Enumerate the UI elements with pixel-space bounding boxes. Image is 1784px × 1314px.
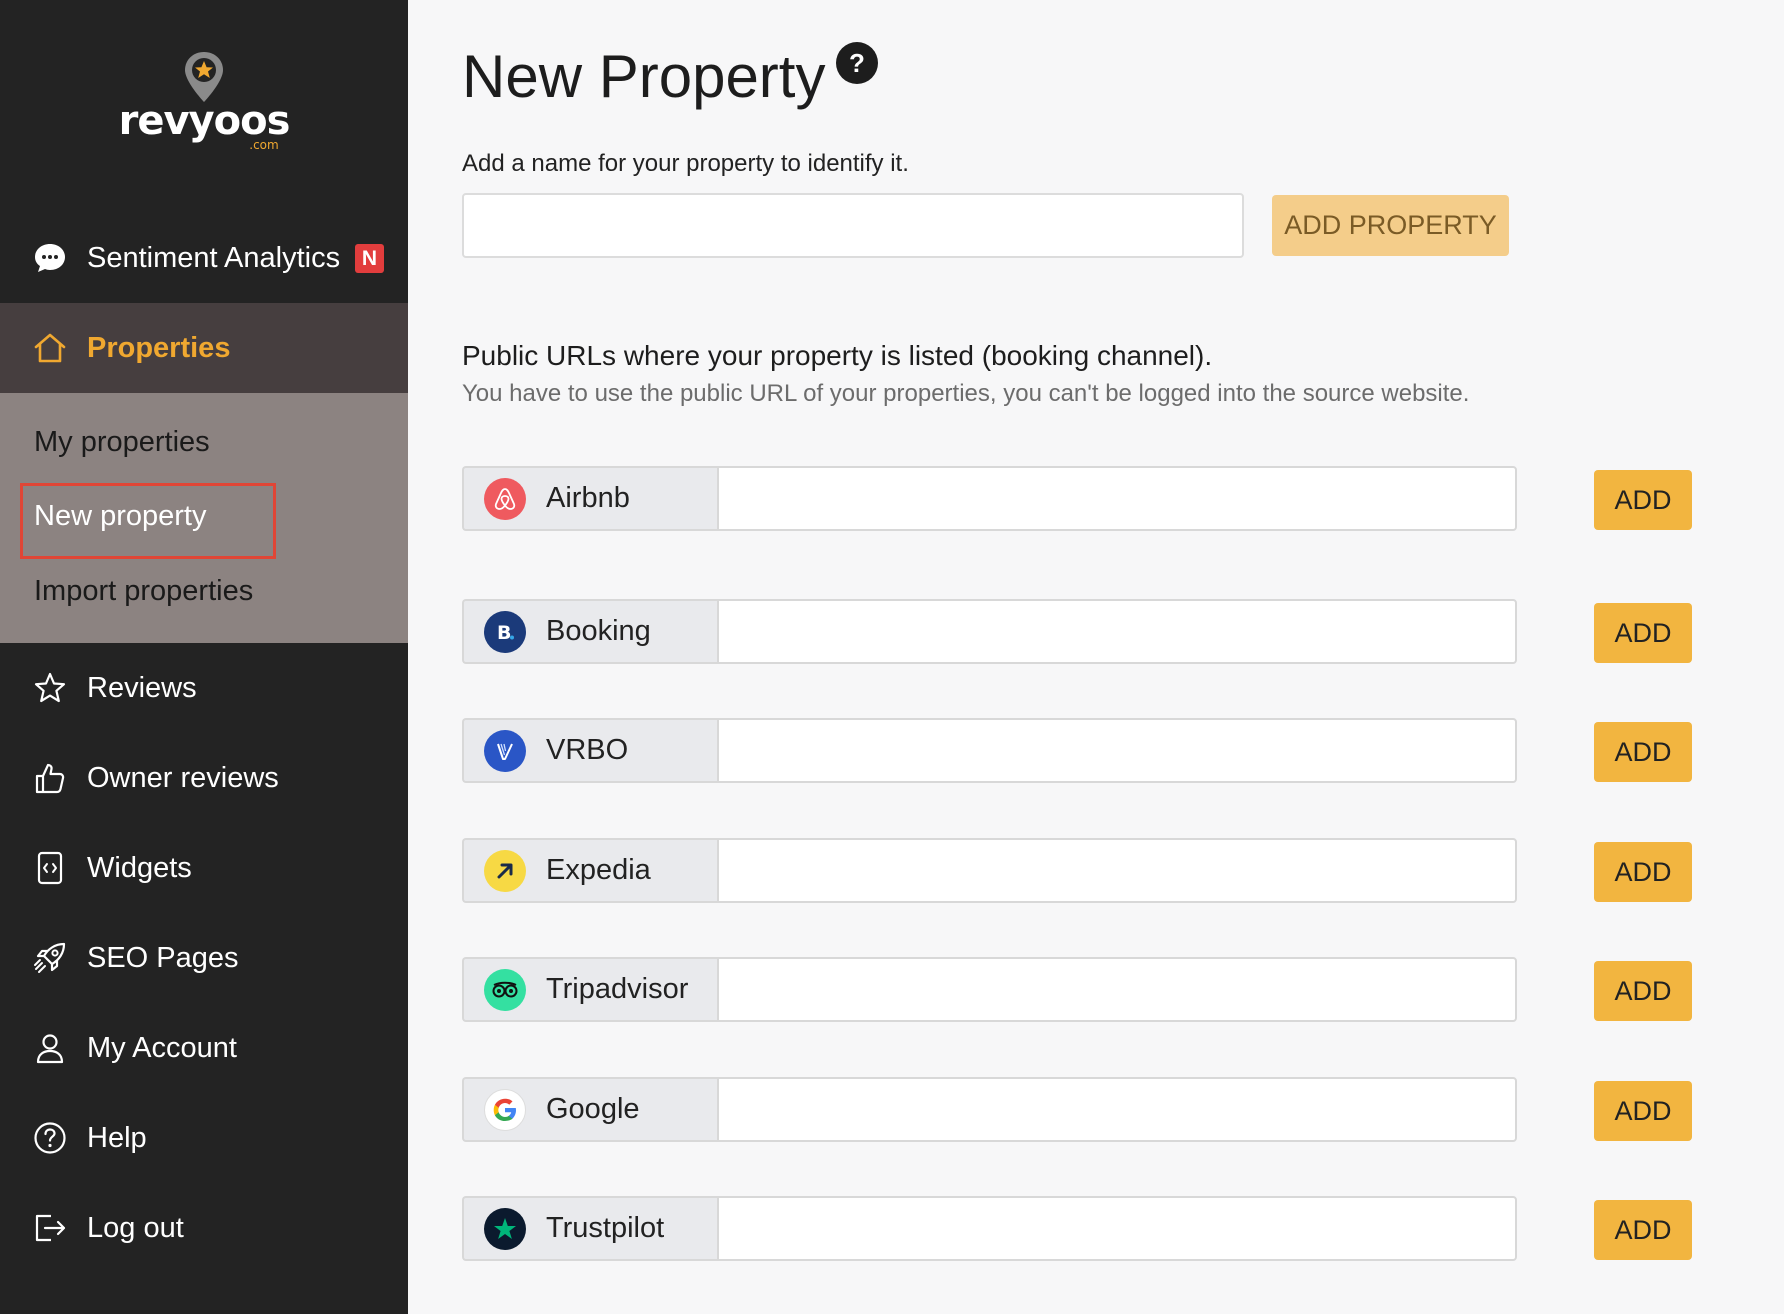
tripadvisor-url-input[interactable] [717,957,1517,1022]
sidebar-item-sentiment-analytics[interactable]: Sentiment Analytics N [0,213,408,303]
channel-name: Google [546,1093,640,1125]
map-pin-icon [185,52,223,102]
chat-bubble-icon [32,240,68,276]
sidebar-item-log-out[interactable]: Log out [0,1183,408,1273]
channel-row-tripadvisor: Tripadvisor ADD [462,957,1692,1022]
sidebar-item-label: Properties [87,331,231,364]
google-icon [484,1088,526,1131]
channel-row-google: Google ADD [462,1077,1692,1142]
logout-icon [32,1210,68,1246]
public-urls-title: Public URLs where your property is liste… [462,340,1213,371]
sidebar-item-my-account[interactable]: My Account [0,1003,408,1093]
sidebar-item-label: Log out [87,1211,184,1244]
channel-name: Airbnb [546,482,630,514]
sidebar-item-label: Owner reviews [87,761,279,794]
channel-label: Trustpilot [462,1196,717,1261]
vrbo-url-input[interactable] [717,718,1517,783]
sidebar-item-label: Sentiment Analytics [87,241,341,274]
vrbo-icon [484,729,526,772]
trustpilot-url-input[interactable] [717,1196,1517,1261]
booking-url-input[interactable] [717,599,1517,664]
expedia-url-input[interactable] [717,838,1517,903]
channel-row-trustpilot: Trustpilot ADD [462,1196,1692,1261]
channel-row-booking: B Booking ADD [462,599,1692,664]
channel-label: Tripadvisor [462,957,717,1022]
sidebar-item-widgets[interactable]: Widgets [0,823,408,913]
channel-row-expedia: Expedia ADD [462,838,1692,903]
add-vrbo-button[interactable]: ADD [1594,722,1692,782]
trustpilot-icon [484,1207,526,1250]
tripadvisor-icon [484,968,526,1011]
add-booking-button[interactable]: ADD [1594,603,1692,663]
channel-name: VRBO [546,734,629,766]
rocket-icon [32,940,68,976]
add-google-button[interactable]: ADD [1594,1081,1692,1141]
channel-row-vrbo: VRBO ADD [462,718,1692,783]
new-badge: N [355,244,384,273]
channel-name: Trustpilot [546,1212,665,1244]
page-title: New Property [462,43,826,110]
channel-label: Expedia [462,838,717,903]
channel-name: Tripadvisor [546,973,689,1005]
channel-label: Google [462,1077,717,1142]
add-trustpilot-button[interactable]: ADD [1594,1200,1692,1260]
channel-label: B Booking [462,599,717,664]
star-icon [32,670,68,706]
channel-label: VRBO [462,718,717,783]
channel-label: Airbnb [462,466,717,531]
add-tripadvisor-button[interactable]: ADD [1594,961,1692,1021]
airbnb-url-input[interactable] [717,466,1517,531]
sidebar-item-label: SEO Pages [87,941,239,974]
sidebar-item-owner-reviews[interactable]: Owner reviews [0,733,408,823]
user-icon [32,1030,68,1066]
help-circle-icon [32,1120,68,1156]
add-airbnb-button[interactable]: ADD [1594,470,1692,530]
channel-row-airbnb: Airbnb ADD [462,466,1692,531]
sidebar-item-label: Reviews [87,671,197,704]
property-name-input[interactable] [462,193,1244,258]
svg-text:B: B [497,622,511,644]
code-file-icon [32,850,68,886]
add-property-button[interactable]: ADD PROPERTY [1272,195,1509,256]
booking-icon: B [484,610,526,653]
google-url-input[interactable] [717,1077,1517,1142]
sidebar-item-reviews[interactable]: Reviews [0,643,408,733]
thumbs-up-icon [32,760,68,796]
brand-logo[interactable]: revyoos .com [0,50,408,152]
home-icon [32,330,68,366]
sidebar-item-label: My Account [87,1031,237,1064]
submenu-item-import-properties[interactable]: Import properties [34,575,253,608]
expedia-icon [484,849,526,892]
sidebar-item-label: Widgets [87,851,192,884]
add-expedia-button[interactable]: ADD [1594,842,1692,902]
main-content: New Property ? Add a name for your prope… [408,0,1784,1314]
submenu-item-new-property[interactable]: New property [34,500,206,533]
help-button[interactable]: ? [836,42,878,84]
channel-name: Expedia [546,854,651,886]
sidebar: revyoos .com Sentiment Analytics N Prope… [0,0,408,1314]
submenu-item-my-properties[interactable]: My properties [34,426,210,459]
channel-name: Booking [546,615,651,647]
sidebar-item-seo-pages[interactable]: SEO Pages [0,913,408,1003]
properties-submenu: My properties New property Import proper… [0,393,408,643]
sidebar-item-properties[interactable]: Properties [0,303,408,393]
sidebar-item-label: Help [87,1121,147,1154]
property-name-hint: Add a name for your property to identify… [462,150,909,177]
public-urls-subtitle: You have to use the public URL of your p… [462,380,1470,407]
airbnb-icon [484,477,526,520]
sidebar-item-help[interactable]: Help [0,1093,408,1183]
